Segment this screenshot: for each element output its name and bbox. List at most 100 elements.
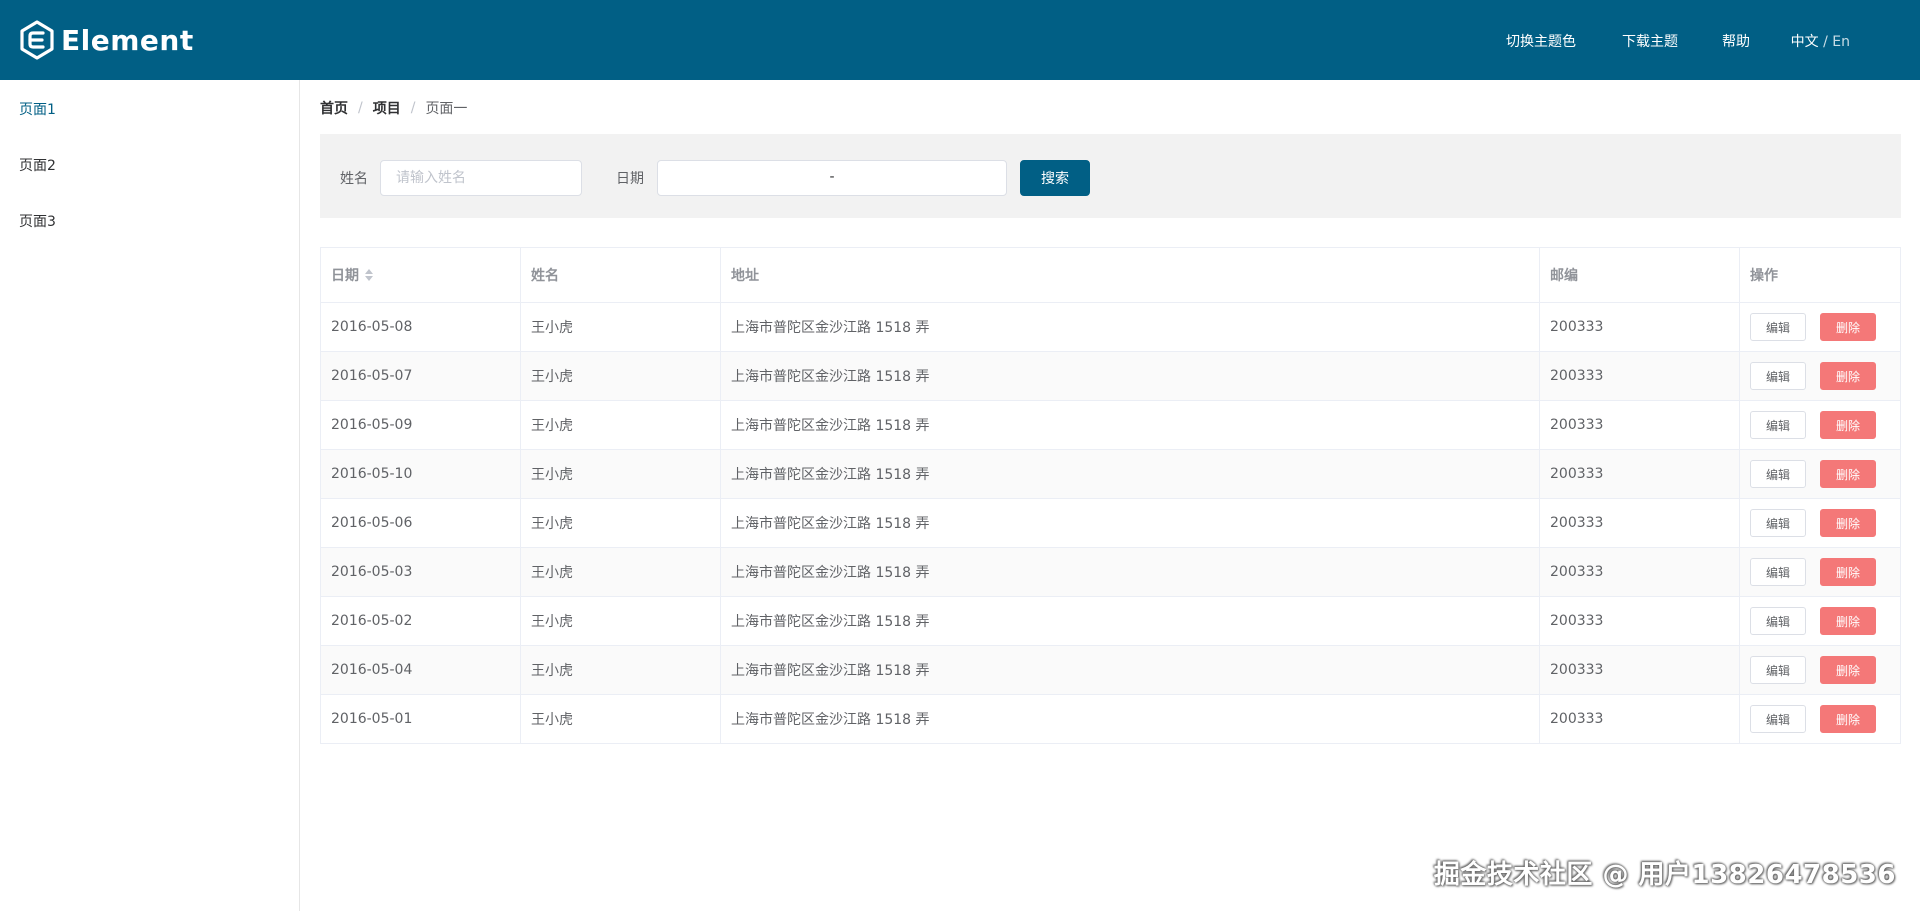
date-range-picker[interactable]: -: [657, 160, 1007, 196]
cell-operations: 编辑 删除: [1740, 303, 1900, 351]
switch-theme-link[interactable]: 切换主题色: [1506, 31, 1576, 51]
lang-en[interactable]: En: [1832, 34, 1850, 50]
column-header-zip: 邮编: [1540, 248, 1740, 302]
breadcrumb-separator: /: [410, 100, 416, 116]
cell-name: 王小虎: [521, 303, 721, 351]
cell-address: 上海市普陀区金沙江路 1518 弄: [721, 499, 1540, 547]
logo[interactable]: Element: [19, 20, 194, 60]
table-body: 2016-05-08 王小虎 上海市普陀区金沙江路 1518 弄 200333 编辑 删除…: [321, 303, 1900, 744]
cell-date: 2016-05-03: [321, 548, 521, 596]
sidebar-item-page2[interactable]: 页面2: [19, 155, 56, 175]
delete-button[interactable]: 删除: [1820, 362, 1876, 390]
cell-operations: 编辑 删除: [1740, 352, 1900, 400]
sidebar-item-page3[interactable]: 页面3: [19, 211, 56, 231]
column-header-date[interactable]: 日期: [321, 248, 521, 302]
edit-button[interactable]: 编辑: [1750, 607, 1806, 635]
cell-name: 王小虎: [521, 646, 721, 694]
cell-operations: 编辑 删除: [1740, 695, 1900, 743]
download-theme-link[interactable]: 下载主题: [1622, 31, 1678, 51]
delete-button[interactable]: 删除: [1820, 509, 1876, 537]
top-header: Element 切换主题色 下载主题 帮助 中文 / En: [0, 0, 1920, 80]
cell-name: 王小虎: [521, 352, 721, 400]
table-row: 2016-05-06 王小虎 上海市普陀区金沙江路 1518 弄 200333 编辑 删除: [321, 499, 1900, 548]
cell-name: 王小虎: [521, 548, 721, 596]
cell-zip: 200333: [1540, 401, 1740, 449]
column-header-operations: 操作: [1750, 268, 1778, 284]
breadcrumb-home[interactable]: 首页: [320, 98, 348, 118]
table-row: 2016-05-07 王小虎 上海市普陀区金沙江路 1518 弄 200333 编辑 删除: [321, 352, 1900, 401]
cell-date: 2016-05-04: [321, 646, 521, 694]
data-table: 日期 姓名 地址 邮编 操作 2016-05-08 王小虎 上海市普陀区金沙江路 1…: [320, 247, 1901, 744]
column-header-address: 地址: [721, 248, 1540, 302]
edit-button[interactable]: 编辑: [1750, 411, 1806, 439]
cell-zip: 200333: [1540, 352, 1740, 400]
cell-operations: 编辑 删除: [1740, 597, 1900, 645]
table-row: 2016-05-02 王小虎 上海市普陀区金沙江路 1518 弄 200333 编辑 删除: [321, 597, 1900, 646]
breadcrumb-current-page: 页面一: [425, 101, 468, 117]
table-row: 2016-05-08 王小虎 上海市普陀区金沙江路 1518 弄 200333 编辑 删除: [321, 303, 1900, 352]
element-logo-icon: [20, 20, 54, 60]
edit-button[interactable]: 编辑: [1750, 460, 1806, 488]
table-row: 2016-05-03 王小虎 上海市普陀区金沙江路 1518 弄 200333 编辑 删除: [321, 548, 1900, 597]
cell-zip: 200333: [1540, 303, 1740, 351]
name-search-input[interactable]: [380, 160, 582, 196]
cell-address: 上海市普陀区金沙江路 1518 弄: [721, 548, 1540, 596]
edit-button[interactable]: 编辑: [1750, 656, 1806, 684]
cell-zip: 200333: [1540, 450, 1740, 498]
delete-button[interactable]: 删除: [1820, 313, 1876, 341]
table-row: 2016-05-10 王小虎 上海市普陀区金沙江路 1518 弄 200333 编辑 删除: [321, 450, 1900, 499]
cell-operations: 编辑 删除: [1740, 548, 1900, 596]
lang-separator: /: [1818, 34, 1833, 50]
delete-button[interactable]: 删除: [1820, 460, 1876, 488]
edit-button[interactable]: 编辑: [1750, 313, 1806, 341]
cell-operations: 编辑 删除: [1740, 401, 1900, 449]
delete-button[interactable]: 删除: [1820, 411, 1876, 439]
cell-date: 2016-05-08: [321, 303, 521, 351]
search-form: 姓名 日期 - 搜索: [320, 134, 1901, 218]
cell-zip: 200333: [1540, 646, 1740, 694]
main-content: 首页 / 项目 / 页面一 姓名 日期 - 搜索 日期 姓名 地址 邮编 操作 …: [300, 80, 1920, 911]
delete-button[interactable]: 删除: [1820, 705, 1876, 733]
search-button[interactable]: 搜索: [1020, 160, 1090, 196]
cell-name: 王小虎: [521, 695, 721, 743]
cell-address: 上海市普陀区金沙江路 1518 弄: [721, 695, 1540, 743]
cell-operations: 编辑 删除: [1740, 646, 1900, 694]
lang-zh[interactable]: 中文: [1791, 34, 1819, 50]
column-header-name: 姓名: [521, 248, 721, 302]
cell-zip: 200333: [1540, 597, 1740, 645]
date-label: 日期: [616, 171, 644, 187]
sidebar: 页面1 页面2 页面3: [0, 80, 300, 911]
cell-name: 王小虎: [521, 450, 721, 498]
breadcrumb-project[interactable]: 项目: [373, 98, 401, 118]
cell-date: 2016-05-01: [321, 695, 521, 743]
cell-operations: 编辑 删除: [1740, 450, 1900, 498]
sidebar-item-page1[interactable]: 页面1: [19, 99, 56, 119]
cell-zip: 200333: [1540, 695, 1740, 743]
cell-address: 上海市普陀区金沙江路 1518 弄: [721, 597, 1540, 645]
cell-date: 2016-05-07: [321, 352, 521, 400]
edit-button[interactable]: 编辑: [1750, 509, 1806, 537]
cell-name: 王小虎: [521, 597, 721, 645]
breadcrumb: 首页 / 项目 / 页面一: [320, 98, 467, 118]
watermark-text: 掘金技术社区 @ 用户13826478536: [1433, 860, 1896, 890]
cell-address: 上海市普陀区金沙江路 1518 弄: [721, 450, 1540, 498]
language-switch[interactable]: 中文 / En: [1791, 31, 1850, 51]
cell-address: 上海市普陀区金沙江路 1518 弄: [721, 646, 1540, 694]
edit-button[interactable]: 编辑: [1750, 558, 1806, 586]
help-link[interactable]: 帮助: [1722, 31, 1750, 51]
name-label: 姓名: [340, 171, 368, 187]
delete-button[interactable]: 删除: [1820, 656, 1876, 684]
cell-name: 王小虎: [521, 401, 721, 449]
cell-zip: 200333: [1540, 499, 1740, 547]
cell-operations: 编辑 删除: [1740, 499, 1900, 547]
cell-address: 上海市普陀区金沙江路 1518 弄: [721, 352, 1540, 400]
edit-button[interactable]: 编辑: [1750, 705, 1806, 733]
delete-button[interactable]: 删除: [1820, 558, 1876, 586]
sort-caret-icon[interactable]: [365, 268, 373, 282]
cell-date: 2016-05-09: [321, 401, 521, 449]
table-header: 日期 姓名 地址 邮编 操作: [321, 248, 1900, 303]
edit-button[interactable]: 编辑: [1750, 362, 1806, 390]
delete-button[interactable]: 删除: [1820, 607, 1876, 635]
cell-address: 上海市普陀区金沙江路 1518 弄: [721, 401, 1540, 449]
cell-date: 2016-05-02: [321, 597, 521, 645]
